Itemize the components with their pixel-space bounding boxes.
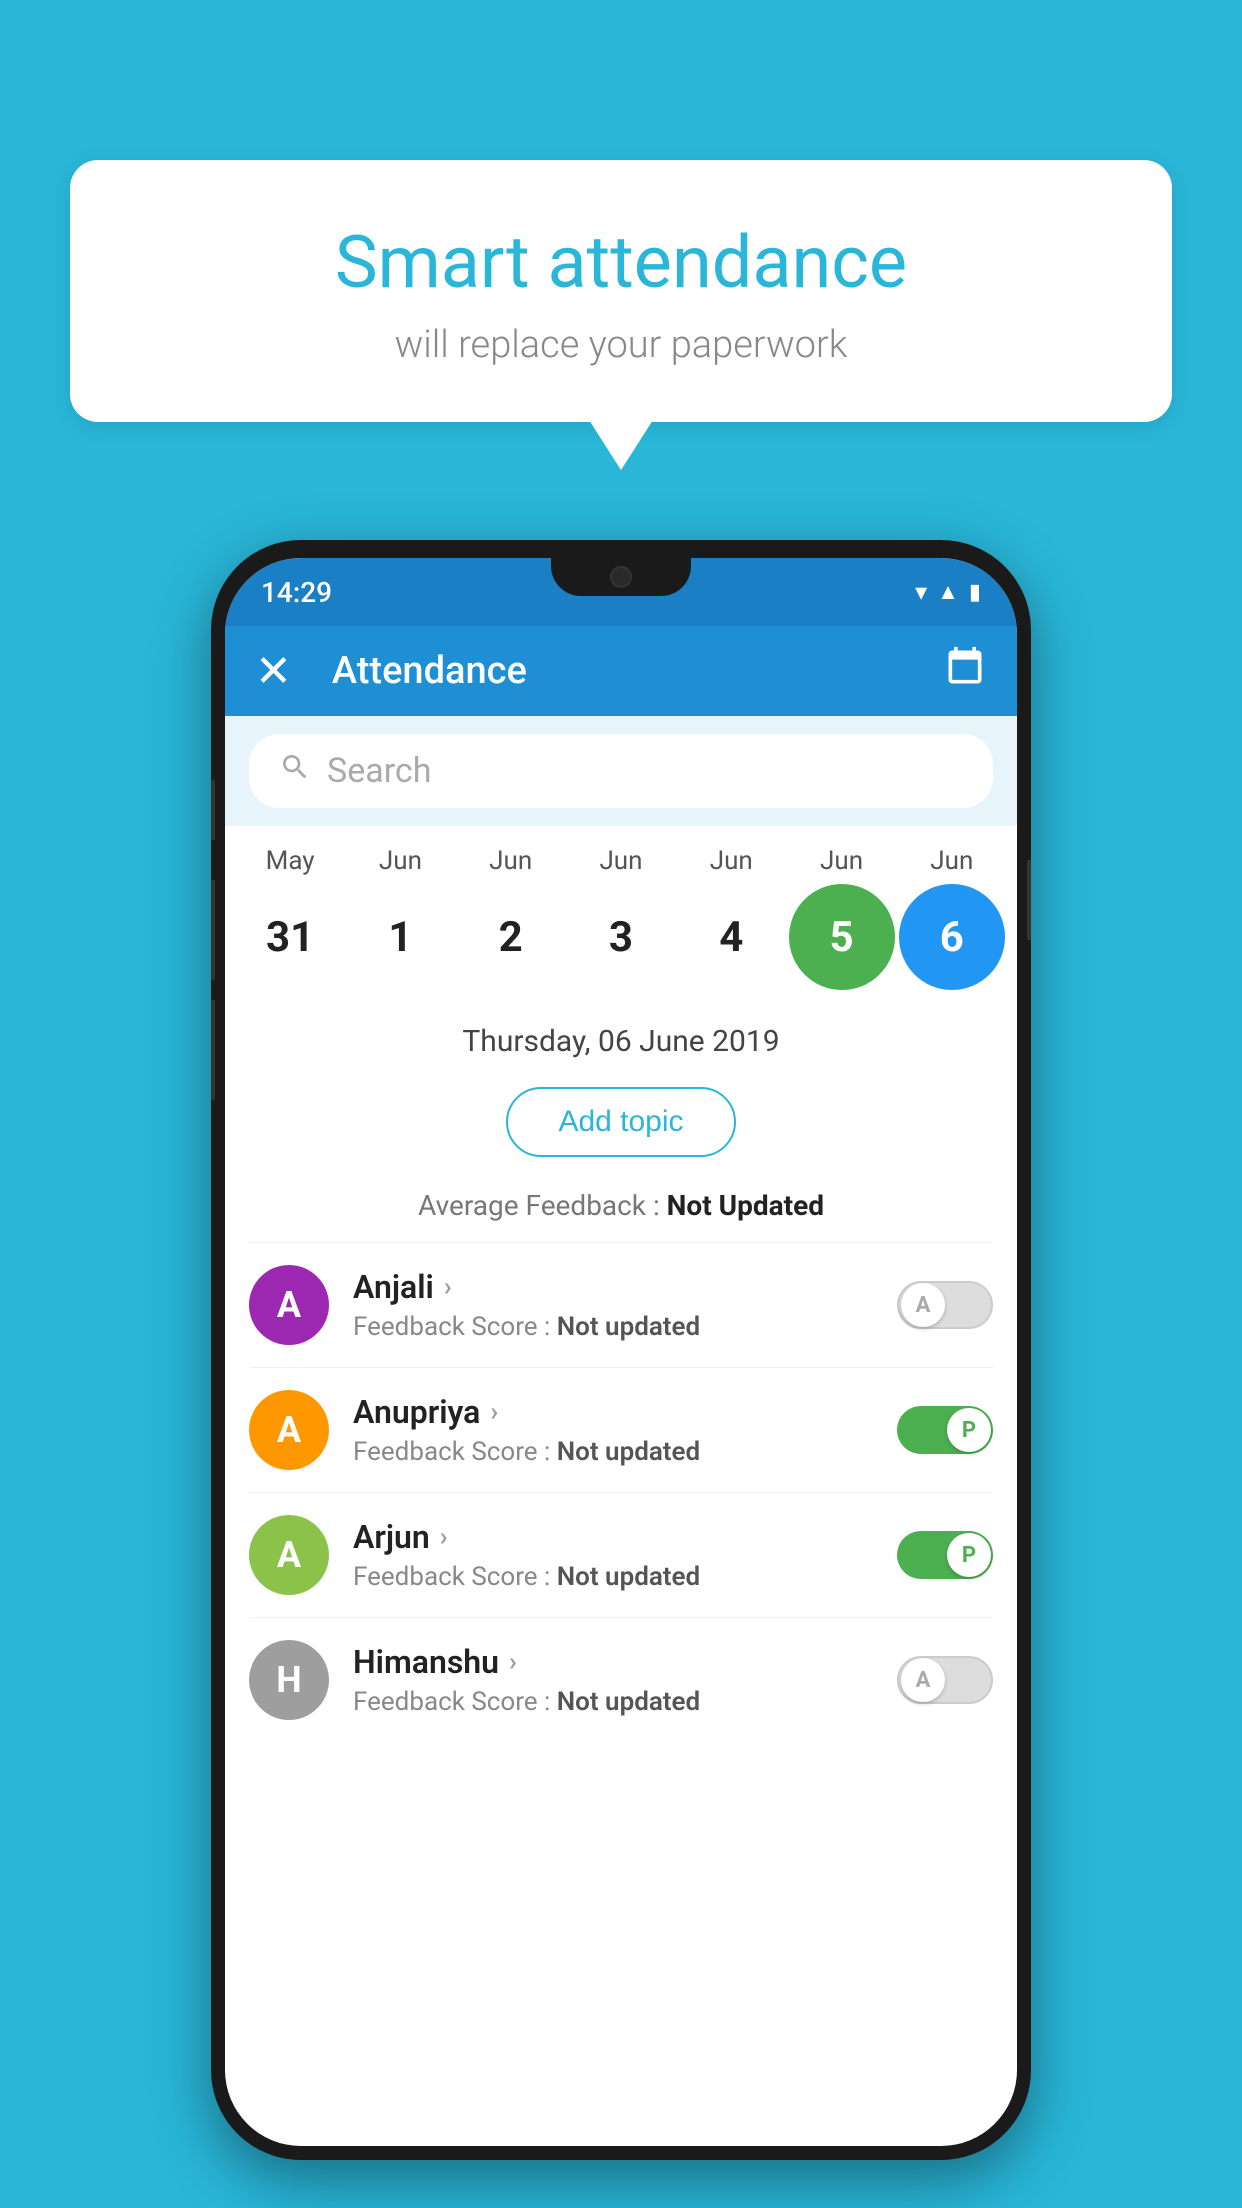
month-jun-5: Jun (789, 846, 895, 876)
speech-bubble: Smart attendance will replace your paper… (70, 160, 1172, 422)
student-feedback-himanshu: Feedback Score : Not updated (353, 1687, 873, 1717)
month-jun-6: Jun (899, 846, 1005, 876)
avatar-anjali: A (249, 1265, 329, 1345)
date-1[interactable]: 1 (347, 884, 453, 990)
signal-icon: ▲ (937, 579, 959, 605)
toggle-knob-anupriya: P (947, 1408, 991, 1452)
front-camera (610, 566, 632, 588)
arrow-icon: › (490, 1397, 498, 1427)
student-feedback-anjali: Feedback Score : Not updated (353, 1312, 873, 1342)
toggle-knob-anjali: A (901, 1283, 945, 1327)
add-topic-container: Add topic (225, 1073, 1017, 1177)
date-6-selected[interactable]: 6 (899, 884, 1005, 990)
search-bar[interactable]: Search (249, 734, 993, 808)
status-time: 14:29 (261, 576, 332, 609)
app-bar: ✕ Attendance (225, 626, 1017, 716)
student-name-anjali[interactable]: Anjali › (353, 1268, 873, 1306)
avatar-anupriya: A (249, 1390, 329, 1470)
app-bar-title: Attendance (332, 649, 527, 693)
student-name-anupriya[interactable]: Anupriya › (353, 1393, 873, 1431)
speech-bubble-container: Smart attendance will replace your paper… (70, 160, 1172, 422)
student-list: A Anjali › Feedback Score : Not updated … (225, 1242, 1017, 1742)
month-jun-1: Jun (347, 846, 453, 876)
calendar-row: May Jun Jun Jun Jun Jun Jun 31 1 2 3 4 5… (225, 826, 1017, 1000)
month-row: May Jun Jun Jun Jun Jun Jun (235, 846, 1007, 876)
speech-bubble-title: Smart attendance (120, 220, 1122, 305)
search-container: Search (225, 716, 1017, 826)
toggle-knob-himanshu: A (901, 1658, 945, 1702)
student-info-anupriya: Anupriya › Feedback Score : Not updated (353, 1393, 873, 1467)
arrow-icon: › (440, 1522, 448, 1552)
volume-down-button (211, 1000, 215, 1100)
student-item: H Himanshu › Feedback Score : Not update… (249, 1617, 993, 1742)
month-jun-4: Jun (678, 846, 784, 876)
attendance-toggle-himanshu[interactable]: A (897, 1656, 993, 1704)
student-name-arjun[interactable]: Arjun › (353, 1518, 873, 1556)
selected-date-label: Thursday, 06 June 2019 (462, 1024, 779, 1059)
search-placeholder: Search (327, 751, 431, 791)
toggle-knob-arjun: P (947, 1533, 991, 1577)
phone-outer: 14:29 ▾ ▲ ▮ ✕ Attendance (211, 540, 1031, 2160)
student-item: A Anjali › Feedback Score : Not updated … (249, 1242, 993, 1367)
date-3[interactable]: 3 (568, 884, 674, 990)
date-5-today[interactable]: 5 (789, 884, 895, 990)
avg-feedback-value: Not Updated (667, 1189, 824, 1222)
student-name-himanshu[interactable]: Himanshu › (353, 1643, 873, 1681)
student-info-arjun: Arjun › Feedback Score : Not updated (353, 1518, 873, 1592)
attendance-toggle-anupriya[interactable]: P (897, 1406, 993, 1454)
student-info-himanshu: Himanshu › Feedback Score : Not updated (353, 1643, 873, 1717)
student-item: A Arjun › Feedback Score : Not updated P (249, 1492, 993, 1617)
student-feedback-arjun: Feedback Score : Not updated (353, 1562, 873, 1592)
close-button[interactable]: ✕ (255, 645, 292, 697)
toggle-arjun[interactable]: P (897, 1531, 993, 1579)
toggle-himanshu[interactable]: A (897, 1656, 993, 1704)
avatar-himanshu: H (249, 1640, 329, 1720)
calendar-icon[interactable] (943, 645, 987, 698)
phone-screen: 14:29 ▾ ▲ ▮ ✕ Attendance (225, 558, 1017, 2146)
power-button (1027, 860, 1031, 940)
date-row: 31 1 2 3 4 5 6 (235, 884, 1007, 990)
date-info: Thursday, 06 June 2019 (225, 1000, 1017, 1073)
attendance-toggle-anjali[interactable]: A (897, 1281, 993, 1329)
add-topic-button[interactable]: Add topic (506, 1087, 735, 1157)
month-jun-3: Jun (568, 846, 674, 876)
month-jun-2: Jun (458, 846, 564, 876)
battery-icon: ▮ (969, 580, 981, 605)
wifi-icon: ▾ (915, 578, 927, 606)
date-4[interactable]: 4 (678, 884, 784, 990)
status-icons: ▾ ▲ ▮ (915, 578, 981, 606)
avg-feedback: Average Feedback : Not Updated (225, 1177, 1017, 1242)
speech-bubble-subtitle: will replace your paperwork (120, 323, 1122, 367)
phone-notch (551, 558, 691, 596)
avg-feedback-label: Average Feedback : (418, 1189, 667, 1222)
search-icon (279, 751, 311, 792)
student-info-anjali: Anjali › Feedback Score : Not updated (353, 1268, 873, 1342)
volume-up-button (211, 880, 215, 980)
month-may: May (237, 846, 343, 876)
attendance-toggle-arjun[interactable]: P (897, 1531, 993, 1579)
volume-mute-button (211, 780, 215, 840)
date-31[interactable]: 31 (237, 884, 343, 990)
student-item: A Anupriya › Feedback Score : Not update… (249, 1367, 993, 1492)
date-2[interactable]: 2 (458, 884, 564, 990)
student-feedback-anupriya: Feedback Score : Not updated (353, 1437, 873, 1467)
arrow-icon: › (444, 1272, 452, 1302)
phone-container: 14:29 ▾ ▲ ▮ ✕ Attendance (211, 540, 1031, 2160)
toggle-anupriya[interactable]: P (897, 1406, 993, 1454)
arrow-icon: › (509, 1647, 517, 1677)
avatar-arjun: A (249, 1515, 329, 1595)
toggle-anjali[interactable]: A (897, 1281, 993, 1329)
